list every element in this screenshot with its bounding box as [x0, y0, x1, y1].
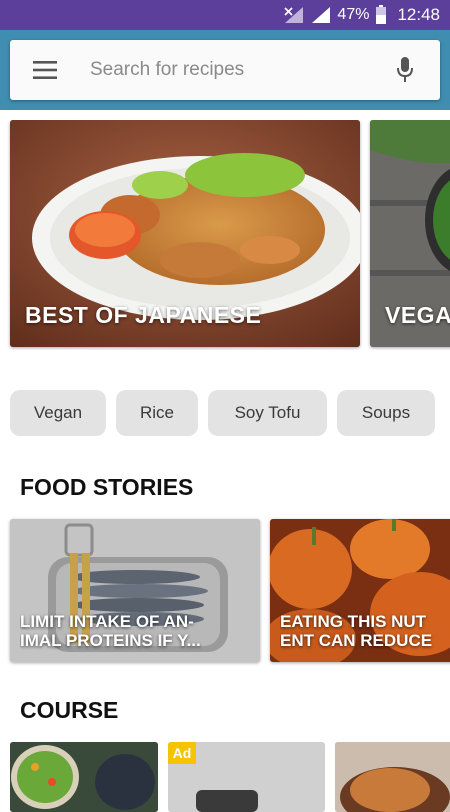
ad-badge: Ad — [168, 742, 196, 764]
featured-card-japanese[interactable]: BEST OF JAPANESE — [10, 120, 360, 347]
story-card[interactable]: EATING THIS NUT ENT CAN REDUCE — [270, 519, 450, 662]
course-card[interactable] — [10, 742, 158, 812]
story-caption: EATING THIS NUT ENT CAN REDUCE — [280, 612, 433, 650]
chip-vegan[interactable]: Vegan — [10, 390, 106, 436]
clock: 12:48 — [397, 5, 440, 24]
course-photo — [335, 742, 450, 812]
featured-caption: VEGA — [385, 302, 450, 328]
story-card[interactable]: LIMIT INTAKE OF AN- IMAL PROTEINS IF Y..… — [10, 519, 260, 662]
chip-rice[interactable]: Rice — [116, 390, 198, 436]
story-caption: LIMIT INTAKE OF AN- IMAL PROTEINS IF Y..… — [20, 612, 201, 650]
menu-icon[interactable] — [10, 40, 80, 100]
mic-icon[interactable] — [370, 40, 440, 100]
signal-icon — [283, 6, 305, 24]
featured-caption: BEST OF JAPANESE — [25, 302, 262, 328]
food-stories-heading: FOOD STORIES — [20, 474, 194, 500]
search-input[interactable] — [90, 59, 370, 81]
category-chips: Vegan Rice Soy Tofu Soups — [10, 390, 445, 436]
course-photo — [10, 742, 158, 812]
course-card-ad[interactable]: Ad — [168, 742, 325, 812]
search-bar[interactable] — [10, 40, 440, 100]
chip-soy-tofu[interactable]: Soy Tofu — [208, 390, 327, 436]
course-heading: COURSE — [20, 697, 119, 723]
battery-percent: 47% — [337, 6, 370, 23]
status-bar: 47% 12:48 — [0, 0, 450, 30]
battery-icon — [375, 5, 387, 25]
signal-icon — [311, 6, 331, 24]
chip-soups[interactable]: Soups — [337, 390, 435, 436]
course-card[interactable] — [335, 742, 450, 812]
featured-card-vegan[interactable]: VEGA — [370, 120, 450, 347]
featured-carousel[interactable]: BEST OF JAPANESE VEGA — [0, 120, 450, 350]
